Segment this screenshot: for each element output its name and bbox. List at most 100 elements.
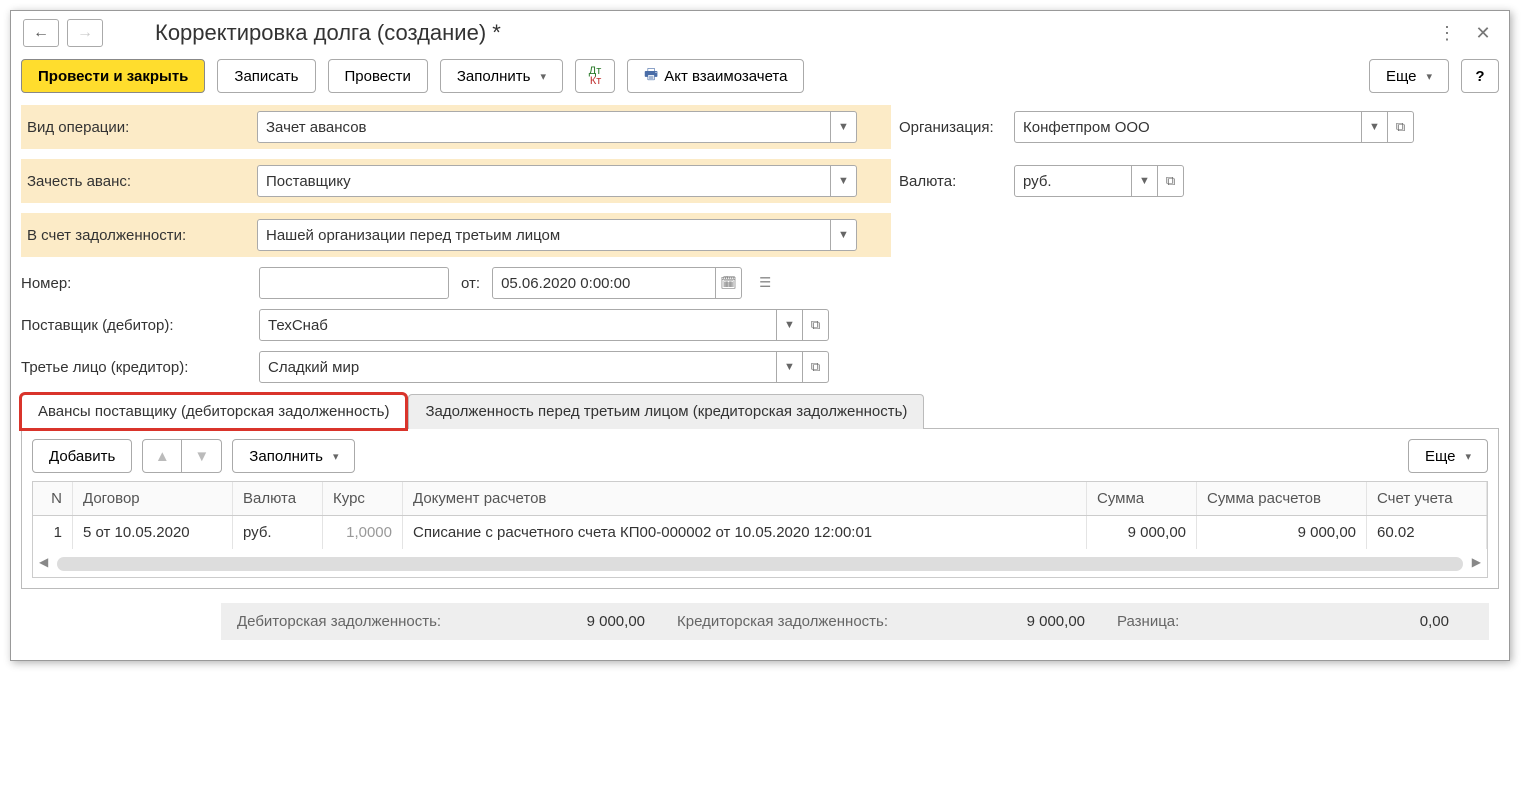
move-buttons: ▲ ▼ xyxy=(142,439,222,473)
printer-icon: 🖶 xyxy=(644,64,658,89)
help-button[interactable]: ? xyxy=(1461,59,1499,93)
header-bar: ← → Корректировка долга (создание) * ⋮ ✕ xyxy=(11,11,1509,55)
fill-button[interactable]: Заполнить xyxy=(440,59,563,93)
currency-label: Валюта: xyxy=(899,171,1014,192)
offset-act-label: Акт взаимозачета xyxy=(664,68,787,85)
tab-debt-third-party[interactable]: Задолженность перед третьим лицом (креди… xyxy=(408,394,924,429)
row-supplier: Поставщик (дебитор): ТехСнаб ▼ ⧉ xyxy=(21,309,1499,341)
add-row-button[interactable]: Добавить xyxy=(32,439,132,473)
col-currency[interactable]: Валюта xyxy=(233,482,323,515)
open-icon[interactable]: ⧉ xyxy=(1387,112,1413,142)
move-down-button[interactable]: ▼ xyxy=(182,439,222,473)
cell-n: 1 xyxy=(33,516,73,549)
chevron-down-icon[interactable]: ▼ xyxy=(1131,166,1157,196)
col-acct[interactable]: Счет учета xyxy=(1367,482,1487,515)
chevron-down-icon[interactable]: ▼ xyxy=(830,220,856,250)
col-rate[interactable]: Курс xyxy=(323,482,403,515)
tab-fill-button[interactable]: Заполнить xyxy=(232,439,355,473)
deb-label: Дебиторская задолженность: xyxy=(237,613,517,630)
close-icon[interactable]: ✕ xyxy=(1469,19,1497,47)
document-window: ← → Корректировка долга (создание) * ⋮ ✕… xyxy=(10,10,1510,661)
cell-sumcalc: 9 000,00 xyxy=(1197,516,1367,549)
tab-body: Добавить ▲ ▼ Заполнить Еще N Договор Вал… xyxy=(21,429,1499,589)
open-icon[interactable]: ⧉ xyxy=(802,310,828,340)
supplier-combo[interactable]: ТехСнаб ▼ ⧉ xyxy=(259,309,829,341)
third-party-value: Сладкий мир xyxy=(260,352,776,382)
list-icon[interactable]: ☰ xyxy=(750,267,780,299)
third-party-label: Третье лицо (кредитор): xyxy=(21,357,251,378)
date-input[interactable]: 05.06.2020 0:00:00 🗓 xyxy=(492,267,742,299)
chevron-down-icon[interactable]: ▼ xyxy=(1361,112,1387,142)
deb-value: 9 000,00 xyxy=(525,613,645,630)
post-button[interactable]: Провести xyxy=(328,59,428,93)
row-third-party: Третье лицо (кредитор): Сладкий мир ▼ ⧉ xyxy=(21,351,1499,383)
window-title: Корректировка долга (создание) * xyxy=(155,20,1425,46)
currency-combo[interactable]: руб. ▼ ⧉ xyxy=(1014,165,1184,197)
nav-back-button[interactable]: ← xyxy=(23,19,59,47)
row-advance: Зачесть аванс: Поставщику ▼ Валюта: руб.… xyxy=(21,159,1499,203)
advance-combo[interactable]: Поставщику ▼ xyxy=(257,165,857,197)
supplier-label: Поставщик (дебитор): xyxy=(21,315,251,336)
chevron-down-icon[interactable]: ▼ xyxy=(776,310,802,340)
chevron-down-icon[interactable]: ▼ xyxy=(830,166,856,196)
debt-to-combo[interactable]: Нашей организации перед третьим лицом ▼ xyxy=(257,219,857,251)
organization-combo[interactable]: Конфетпром ООО ▼ ⧉ xyxy=(1014,111,1414,143)
operation-type-label: Вид операции: xyxy=(27,117,257,138)
table-body: 1 5 от 10.05.2020 руб. 1,0000 Списание с… xyxy=(33,516,1487,549)
operation-type-value: Зачет авансов xyxy=(258,112,830,142)
cell-acct: 60.02 xyxy=(1367,516,1487,549)
supplier-value: ТехСнаб xyxy=(260,310,776,340)
chevron-down-icon[interactable]: ▼ xyxy=(830,112,856,142)
cred-label: Кредиторская задолженность: xyxy=(677,613,957,630)
organization-label: Организация: xyxy=(899,117,1014,138)
tab-bar: Авансы поставщику (дебиторская задолженн… xyxy=(21,393,1499,429)
open-icon[interactable]: ⧉ xyxy=(802,352,828,382)
cell-contract: 5 от 10.05.2020 xyxy=(73,516,233,549)
totals-footer: Дебиторская задолженность: 9 000,00 Кред… xyxy=(221,603,1489,640)
number-label: Номер: xyxy=(21,273,251,294)
col-n[interactable]: N xyxy=(33,482,73,515)
debt-to-value: Нашей организации перед третьим лицом xyxy=(258,220,830,250)
diff-value: 0,00 xyxy=(1225,613,1449,630)
row-debt-to: В счет задолженности: Нашей организации … xyxy=(21,213,1499,257)
currency-value: руб. xyxy=(1015,166,1131,196)
debt-to-label: В счет задолженности: xyxy=(27,225,257,246)
tab-advances[interactable]: Авансы поставщику (дебиторская задолженн… xyxy=(21,394,406,429)
date-value: 05.06.2020 0:00:00 xyxy=(493,268,715,298)
cell-currency: руб. xyxy=(233,516,323,549)
table-row[interactable]: 1 5 от 10.05.2020 руб. 1,0000 Списание с… xyxy=(33,516,1487,549)
kebab-menu-icon[interactable]: ⋮ xyxy=(1433,19,1461,47)
data-table: N Договор Валюта Курс Документ расчетов … xyxy=(32,481,1488,578)
dtkt-icon: ДтКт xyxy=(589,66,602,86)
number-input[interactable] xyxy=(259,267,449,299)
move-up-button[interactable]: ▲ xyxy=(142,439,182,473)
horizontal-scrollbar[interactable] xyxy=(57,557,1463,571)
calendar-icon[interactable]: 🗓 xyxy=(715,268,741,298)
chevron-down-icon[interactable]: ▼ xyxy=(776,352,802,382)
tab-toolbar: Добавить ▲ ▼ Заполнить Еще xyxy=(32,439,1488,473)
cell-rate: 1,0000 xyxy=(323,516,403,549)
dtkt-button[interactable]: ДтКт xyxy=(575,59,615,93)
post-and-close-button[interactable]: Провести и закрыть xyxy=(21,59,205,93)
row-operation-type: Вид операции: Зачет авансов ▼ Организаци… xyxy=(21,105,1499,149)
more-button[interactable]: Еще xyxy=(1369,59,1449,93)
table-header: N Договор Валюта Курс Документ расчетов … xyxy=(33,482,1487,516)
advance-value: Поставщику xyxy=(258,166,830,196)
date-prefix: от: xyxy=(461,275,480,292)
organization-value: Конфетпром ООО xyxy=(1015,112,1361,142)
col-sum[interactable]: Сумма xyxy=(1087,482,1197,515)
tab-more-button[interactable]: Еще xyxy=(1408,439,1488,473)
save-button[interactable]: Записать xyxy=(217,59,315,93)
col-doc[interactable]: Документ расчетов xyxy=(403,482,1087,515)
open-icon[interactable]: ⧉ xyxy=(1157,166,1183,196)
row-number: Номер: от: 05.06.2020 0:00:00 🗓 ☰ xyxy=(21,267,1499,299)
third-party-combo[interactable]: Сладкий мир ▼ ⧉ xyxy=(259,351,829,383)
col-contract[interactable]: Договор xyxy=(73,482,233,515)
nav-forward-button[interactable]: → xyxy=(67,19,103,47)
operation-type-combo[interactable]: Зачет авансов ▼ xyxy=(257,111,857,143)
offset-act-button[interactable]: 🖶 Акт взаимозачета xyxy=(627,59,804,93)
cred-value: 9 000,00 xyxy=(965,613,1085,630)
cell-sum: 9 000,00 xyxy=(1087,516,1197,549)
advance-label: Зачесть аванс: xyxy=(27,171,257,192)
col-sumcalc[interactable]: Сумма расчетов xyxy=(1197,482,1367,515)
